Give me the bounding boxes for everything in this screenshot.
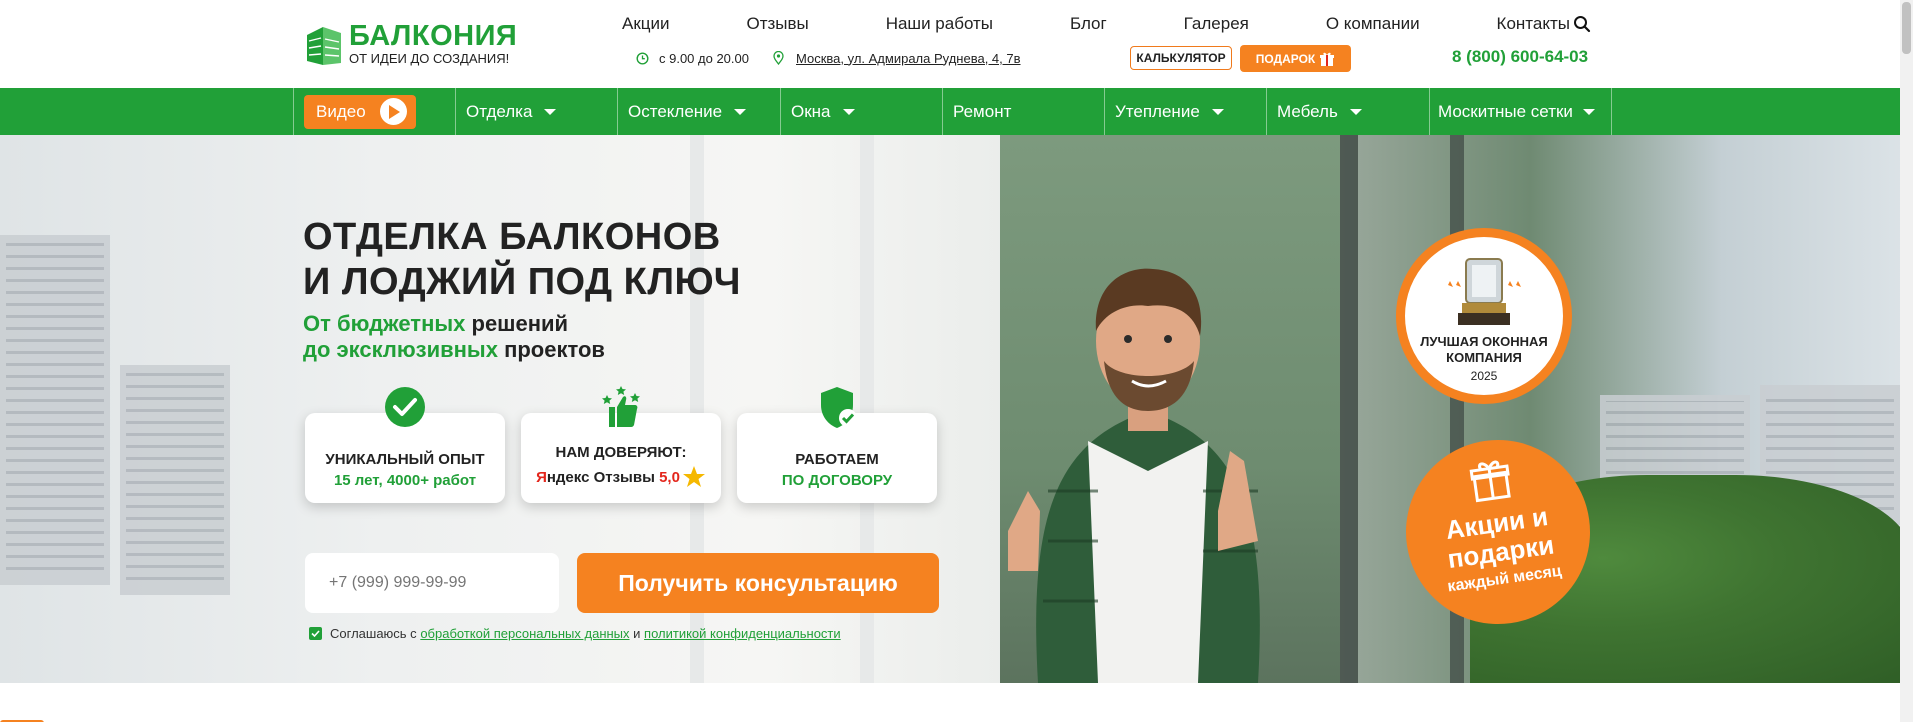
next-section-peek: [0, 683, 1900, 722]
video-button-label: Видео: [316, 101, 366, 121]
menu-item-label: Москитные сетки: [1438, 101, 1573, 121]
play-icon: [379, 98, 407, 125]
top-navigation: Акции Отзывы Наши работы Блог Галерея О …: [622, 12, 1570, 36]
advantage-card-subtitle: ПО ДОГОВОРУ: [781, 472, 893, 489]
advantage-card-subtitle: 15 лет, 4000+ работ: [333, 472, 477, 489]
get-consultation-button[interactable]: Получить консультацию: [577, 553, 939, 613]
advantage-card-title: УНИКАЛЬНЫЙ ОПЫТ: [325, 451, 485, 468]
menu-item-insulation[interactable]: Утепление: [1104, 88, 1266, 135]
video-button[interactable]: Видео: [304, 94, 416, 129]
menu-item-finishing[interactable]: Отделка: [455, 88, 617, 135]
privacy-policy-link[interactable]: политикой конфиденциальности: [644, 626, 841, 641]
yandex-reviews-rating[interactable]: Яндекс Отзывы 5,0: [536, 465, 706, 489]
consent-checkbox[interactable]: [309, 627, 322, 640]
advantage-card-trust: НАМ ДОВЕРЯЮТ: Яндекс Отзывы 5,0: [521, 386, 721, 503]
thumbs-up-stars-icon: [599, 385, 643, 429]
clock-icon: [636, 51, 649, 65]
menu-item-label: Мебель: [1277, 101, 1338, 121]
caret-down-icon: [734, 108, 747, 115]
promotions-title: Акции и подарки: [1443, 501, 1556, 575]
menu-item-label: Утепление: [1115, 101, 1200, 121]
nav-link-promotions[interactable]: Акции: [622, 14, 670, 34]
gift-button-label: ПОДАРОК: [1255, 51, 1316, 66]
advantage-card-contract: РАБОТАЕМ ПО ДОГОВОРУ: [737, 387, 937, 503]
consent-text: Соглашаюсь с обработкой персональных дан…: [330, 626, 841, 641]
site-header: БАЛКОНИЯ ОТ ИДЕИ ДО СОЗДАНИЯ! Акции Отзы…: [0, 0, 1913, 88]
award-title: ЛУЧШАЯ ОКОННАЯ КОМПАНИЯ: [1420, 334, 1548, 365]
yandex-reviews-label: ндекс Отзывы: [546, 468, 655, 486]
logo-name: БАЛКОНИЯ: [349, 20, 518, 52]
checkmark-circle-icon: [383, 385, 427, 429]
award-badge: ЛУЧШАЯ ОКОННАЯ КОМПАНИЯ 2025: [1396, 228, 1572, 404]
trophy-icon: [1444, 251, 1524, 331]
star-icon: [682, 465, 706, 489]
menu-item-label: Остекление: [628, 101, 723, 121]
hero-subtitle-text: проектов: [497, 337, 605, 362]
gift-button[interactable]: ПОДАРОК: [1240, 45, 1351, 72]
personal-data-link[interactable]: обработкой персональных данных: [420, 626, 629, 641]
menu-item-label: Окна: [791, 101, 831, 121]
background-building: [120, 365, 230, 595]
phone-input[interactable]: [305, 553, 559, 613]
hero-subtitle-accent: От бюджетных: [303, 311, 466, 336]
logo[interactable]: БАЛКОНИЯ ОТ ИДЕИ ДО СОЗДАНИЯ!: [303, 18, 517, 70]
logo-slogan: ОТ ИДЕИ ДО СОЗДАНИЯ!: [349, 51, 510, 66]
advantages-cards: УНИКАЛЬНЫЙ ОПЫТ 15 лет, 4000+ работ НАМ …: [305, 386, 937, 503]
page-scrollbar[interactable]: [1900, 0, 1913, 722]
menu-item-furniture[interactable]: Мебель: [1266, 88, 1429, 135]
scrollbar-thumb[interactable]: [1902, 2, 1911, 54]
hero-title-line-1: ОТДЕЛКА БАЛКОНОВ: [303, 216, 721, 258]
hero-subtitle-text: решений: [465, 311, 569, 336]
man-thumbs-up-image: [1008, 268, 1260, 683]
nav-link-our-works[interactable]: Наши работы: [886, 14, 993, 34]
address-link[interactable]: Москва, ул. Адмирала Руднева, 4, 7в: [796, 51, 1021, 66]
advantage-card-title: РАБОТАЕМ: [795, 451, 879, 468]
shield-check-icon: [815, 385, 859, 429]
advantage-card-experience: УНИКАЛЬНЫЙ ОПЫТ 15 лет, 4000+ работ: [305, 387, 505, 503]
window-frame: [1340, 135, 1358, 683]
phone-number[interactable]: 8 (800) 600-64-03: [1452, 47, 1588, 67]
logo-building-icon: [303, 21, 345, 67]
hero-title-line-2: И ЛОДЖИЙ ПОД КЛЮЧ: [303, 261, 741, 303]
consent-row: Соглашаюсь с обработкой персональных дан…: [309, 626, 841, 641]
calculator-button[interactable]: КАЛЬКУЛЯТОР: [1130, 46, 1232, 70]
nav-link-gallery[interactable]: Галерея: [1184, 14, 1249, 34]
nav-link-about[interactable]: О компании: [1326, 14, 1420, 34]
award-year: 2025: [1470, 369, 1498, 383]
hero-section: ОТДЕЛКА БАЛКОНОВ И ЛОДЖИЙ ПОД КЛЮЧ От бю…: [0, 135, 1913, 683]
search-icon[interactable]: [1570, 12, 1594, 36]
menu-item-windows[interactable]: Окна: [780, 88, 942, 135]
advantage-card-title: НАМ ДОВЕРЯЮТ:: [555, 444, 687, 461]
rating-value: 5,0: [659, 468, 680, 486]
caret-down-icon: [1211, 108, 1224, 115]
menu-item-video: Видео: [293, 88, 455, 135]
gift-icon: [1467, 456, 1514, 503]
menu-item-mosquito-nets[interactable]: Москитные сетки: [1429, 88, 1612, 135]
working-hours-text: с 9.00 до 20.00: [659, 50, 749, 66]
caret-down-icon: [544, 108, 557, 115]
consent-prefix: Соглашаюсь с: [330, 626, 417, 641]
map-pin-icon: [773, 51, 784, 65]
menu-item-glazing[interactable]: Остекление: [617, 88, 780, 135]
caret-down-icon: [1582, 108, 1595, 115]
main-menu: Видео Отделка Остекление Окна Ремонт Уте…: [0, 88, 1913, 135]
caret-down-icon: [1349, 108, 1362, 115]
background-building: [0, 235, 110, 585]
yandex-letter: Я: [536, 468, 547, 486]
nav-link-contacts[interactable]: Контакты: [1497, 14, 1570, 34]
nav-link-blog[interactable]: Блог: [1070, 14, 1107, 34]
menu-item-label: Ремонт: [953, 101, 1012, 121]
menu-item-repair[interactable]: Ремонт: [942, 88, 1104, 135]
hero-subtitle: От бюджетных решений до эксклюзивных про…: [303, 311, 605, 363]
gift-icon: [1319, 51, 1335, 67]
address: Москва, ул. Адмирала Руднева, 4, 7в: [773, 48, 1021, 68]
nav-link-reviews[interactable]: Отзывы: [746, 14, 808, 34]
caret-down-icon: [842, 108, 855, 115]
hero-title: ОТДЕЛКА БАЛКОНОВ И ЛОДЖИЙ ПОД КЛЮЧ: [303, 215, 741, 305]
working-hours: с 9.00 до 20.00: [636, 48, 749, 68]
consent-and: и: [633, 626, 641, 641]
menu-item-label: Отделка: [466, 101, 533, 121]
hero-subtitle-accent: до эксклюзивных: [303, 337, 498, 362]
